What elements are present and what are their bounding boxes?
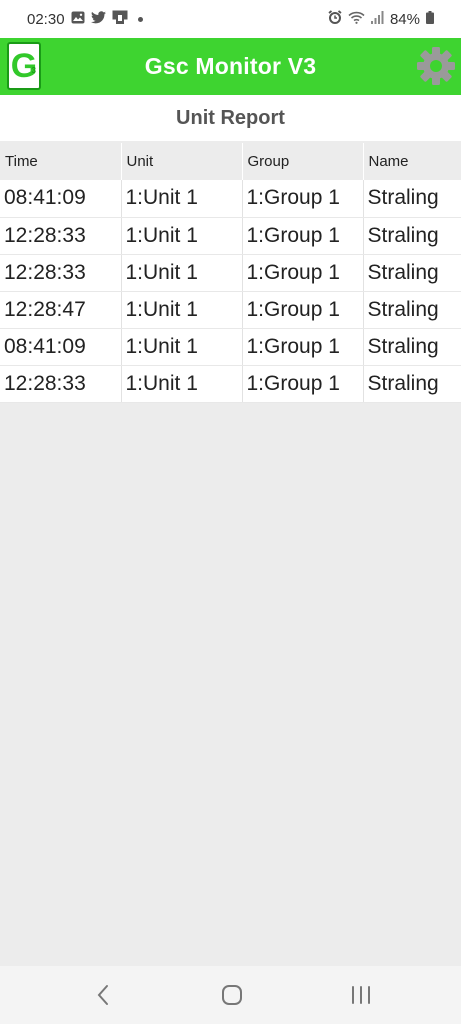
home-icon xyxy=(222,985,242,1005)
cell-time: 08:41:09 xyxy=(0,180,122,218)
alarm-icon xyxy=(328,10,342,28)
report-header: Unit Report xyxy=(0,95,461,141)
cell-name: Straling xyxy=(363,180,461,218)
cell-time: 12:28:47 xyxy=(0,291,122,329)
cell-name: Straling xyxy=(363,365,461,403)
table-header-row: Time Unit Group Name xyxy=(0,143,461,180)
more-dot-icon xyxy=(137,16,143,22)
column-header-unit: Unit xyxy=(121,143,243,180)
battery-icon xyxy=(426,10,434,28)
gear-icon xyxy=(417,47,455,85)
cell-name: Straling xyxy=(363,291,461,329)
app-bar: G 3 Gsc Monitor V3 xyxy=(0,38,461,95)
twitter-icon xyxy=(90,10,106,28)
cell-time: 12:28:33 xyxy=(0,254,122,292)
app-notification-icon xyxy=(112,10,128,28)
back-button[interactable] xyxy=(73,966,133,1024)
recents-button[interactable] xyxy=(331,966,391,1024)
table-row[interactable]: 08:41:09 1:Unit 1 1:Group 1 Straling xyxy=(0,180,461,218)
cell-unit: 1:Unit 1 xyxy=(121,328,243,366)
cell-group: 1:Group 1 xyxy=(242,291,364,329)
status-right: 84% xyxy=(328,10,434,28)
cell-name: Straling xyxy=(363,217,461,255)
cell-group: 1:Group 1 xyxy=(242,217,364,255)
status-bar: 02:30 84% xyxy=(0,0,461,38)
recents-icon xyxy=(352,986,370,1004)
system-nav-bar xyxy=(0,966,461,1024)
battery-text: 84% xyxy=(389,10,420,28)
table-row[interactable]: 12:28:47 1:Unit 1 1:Group 1 Straling xyxy=(0,291,461,329)
cell-time: 08:41:09 xyxy=(0,328,122,366)
column-header-group: Group xyxy=(242,143,364,180)
gallery-icon xyxy=(71,11,85,28)
table-row[interactable]: 12:28:33 1:Unit 1 1:Group 1 Straling xyxy=(0,217,461,255)
cell-unit: 1:Unit 1 xyxy=(121,180,243,218)
home-button[interactable] xyxy=(202,966,262,1024)
cell-unit: 1:Unit 1 xyxy=(121,291,243,329)
cell-group: 1:Group 1 xyxy=(242,254,364,292)
table-row[interactable]: 12:28:33 1:Unit 1 1:Group 1 Straling xyxy=(0,254,461,292)
column-header-name: Name xyxy=(363,143,461,180)
settings-button[interactable] xyxy=(415,45,457,87)
column-header-time: Time xyxy=(0,143,122,180)
status-time: 02:30 xyxy=(27,10,65,28)
cell-group: 1:Group 1 xyxy=(242,328,364,366)
cell-group: 1:Group 1 xyxy=(242,180,364,218)
cell-time: 12:28:33 xyxy=(0,217,122,255)
app-logo: G 3 xyxy=(7,42,41,90)
table-row[interactable]: 08:41:09 1:Unit 1 1:Group 1 Straling xyxy=(0,328,461,366)
app-logo-version: 3 xyxy=(31,66,36,75)
cell-unit: 1:Unit 1 xyxy=(121,365,243,403)
signal-icon xyxy=(370,10,384,28)
cell-name: Straling xyxy=(363,254,461,292)
table-row[interactable]: 12:28:33 1:Unit 1 1:Group 1 Straling xyxy=(0,365,461,403)
cell-group: 1:Group 1 xyxy=(242,365,364,403)
cell-unit: 1:Unit 1 xyxy=(121,217,243,255)
cell-time: 12:28:33 xyxy=(0,365,122,403)
report-title: Unit Report xyxy=(176,106,285,129)
report-table: Time Unit Group Name 08:41:09 1:Unit 1 1… xyxy=(0,143,461,403)
cell-name: Straling xyxy=(363,328,461,366)
wifi-icon xyxy=(348,11,365,28)
status-left: 02:30 xyxy=(27,10,143,28)
back-icon xyxy=(97,985,108,1005)
cell-unit: 1:Unit 1 xyxy=(121,254,243,292)
app-title: Gsc Monitor V3 xyxy=(144,53,317,79)
